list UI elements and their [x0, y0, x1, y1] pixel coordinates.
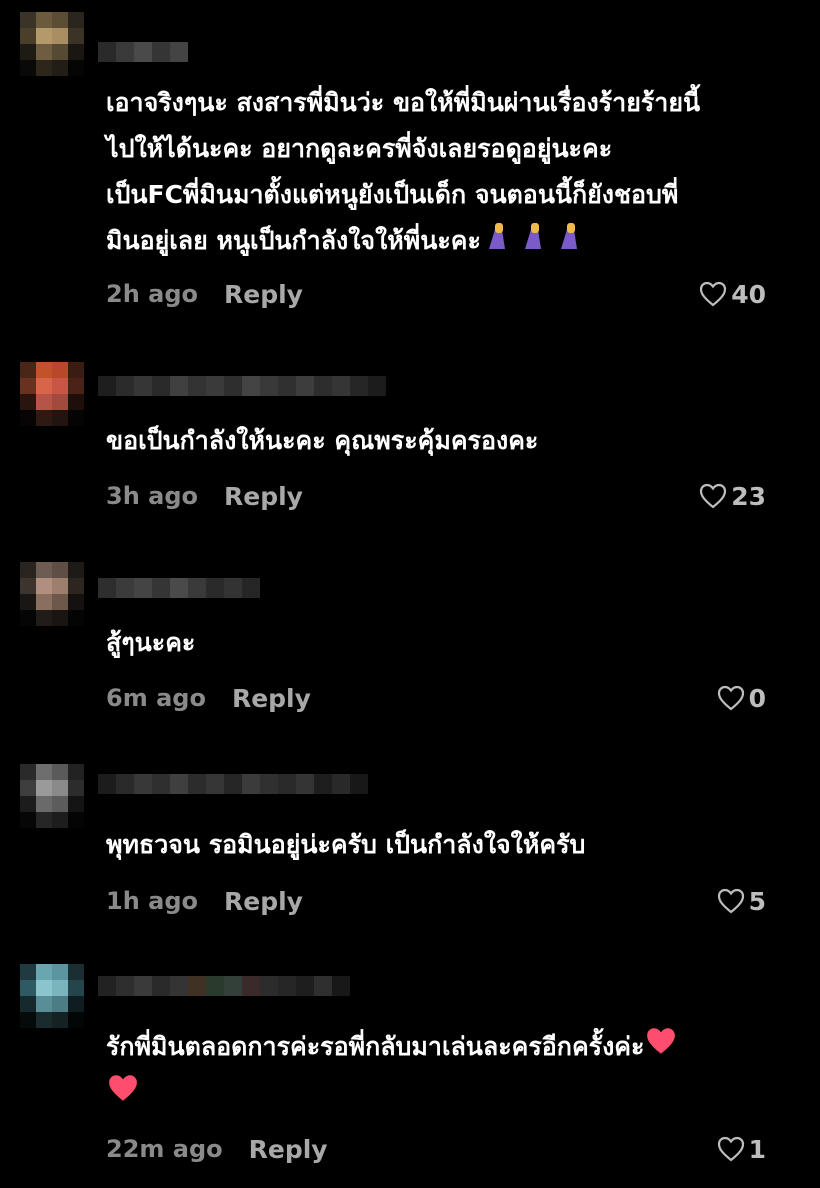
username[interactable] [98, 774, 368, 794]
like-count: 0 [748, 683, 766, 713]
comment-text: พุทธวจน รอมินอยู่น่ะครับ เป็นกำลังใจให้ค… [106, 830, 586, 859]
timestamp: 6m ago [106, 684, 206, 712]
heart-outline-icon [717, 888, 744, 914]
reply-button[interactable]: Reply [224, 280, 303, 309]
comment-text: รักพี่มินตลอดการค่ะรอพี่กลับมาเล่นละครอี… [106, 1024, 776, 1118]
comment-meta: 22m ago Reply 1 [106, 1132, 766, 1166]
comment-text: สู้ๆนะคะ [106, 628, 196, 657]
avatar[interactable] [20, 964, 84, 1028]
heart-outline-icon [717, 685, 744, 711]
like-button[interactable]: 23 [699, 479, 766, 513]
reply-button[interactable]: Reply [224, 887, 303, 916]
timestamp: 22m ago [106, 1135, 223, 1163]
like-button[interactable]: 1 [717, 1132, 766, 1166]
heart-outline-icon [717, 1136, 744, 1162]
comment-meta: 6m ago Reply 0 [106, 681, 766, 715]
reply-button[interactable]: Reply [232, 684, 311, 713]
like-count: 1 [748, 1134, 766, 1164]
heart-outline-icon [700, 483, 727, 509]
comment-text: เอาจริงๆนะ สงสารพี่มินว่ะ ขอให้พี่มินผ่า… [106, 80, 776, 266]
like-button[interactable]: 5 [717, 884, 766, 918]
username[interactable] [98, 976, 350, 996]
timestamp: 2h ago [106, 280, 199, 308]
praying-hands-emoji [481, 219, 583, 266]
comment-meta: 3h ago Reply 23 [106, 479, 766, 513]
like-button[interactable]: 40 [699, 277, 766, 311]
username[interactable] [98, 578, 260, 598]
heart-emoji [106, 1072, 140, 1118]
like-button[interactable]: 0 [717, 681, 766, 715]
like-count: 5 [748, 886, 766, 916]
comment-text: ขอเป็นกำลังให้นะคะ คุณพระคุ้มครองคะ [106, 426, 539, 455]
username[interactable] [98, 42, 188, 62]
reply-button[interactable]: Reply [249, 1135, 328, 1164]
timestamp: 3h ago [106, 482, 199, 510]
timestamp: 1h ago [106, 887, 199, 915]
avatar[interactable] [20, 764, 84, 828]
avatar[interactable] [20, 12, 84, 76]
like-count: 23 [731, 481, 766, 511]
username[interactable] [98, 376, 386, 396]
heart-outline-icon [700, 281, 727, 307]
like-count: 40 [731, 279, 766, 309]
reply-button[interactable]: Reply [224, 482, 303, 511]
comment-meta: 2h ago Reply 40 [106, 277, 766, 311]
avatar[interactable] [20, 562, 84, 626]
comment-meta: 1h ago Reply 5 [106, 884, 766, 918]
avatar[interactable] [20, 362, 84, 426]
heart-emoji [644, 1025, 678, 1071]
